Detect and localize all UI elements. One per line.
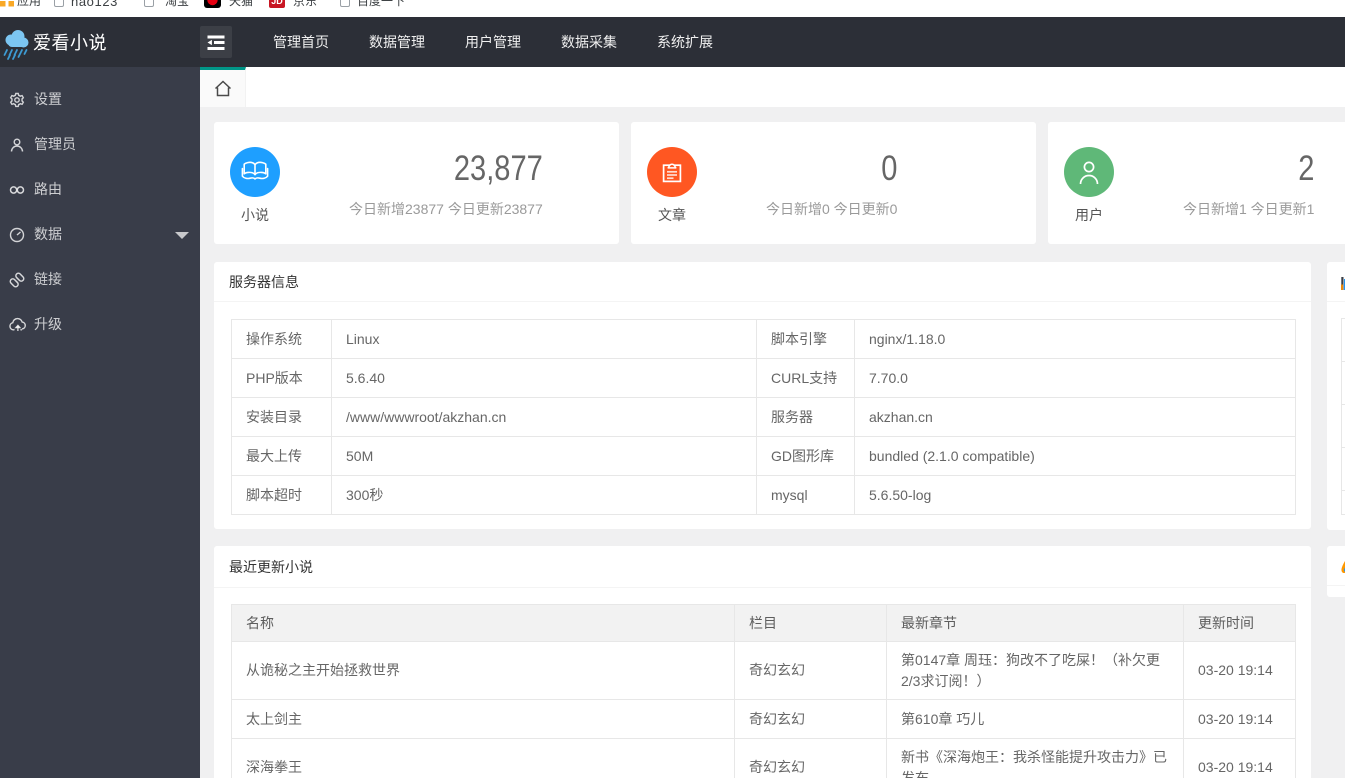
svg-text:JD: JD — [271, 0, 283, 6]
